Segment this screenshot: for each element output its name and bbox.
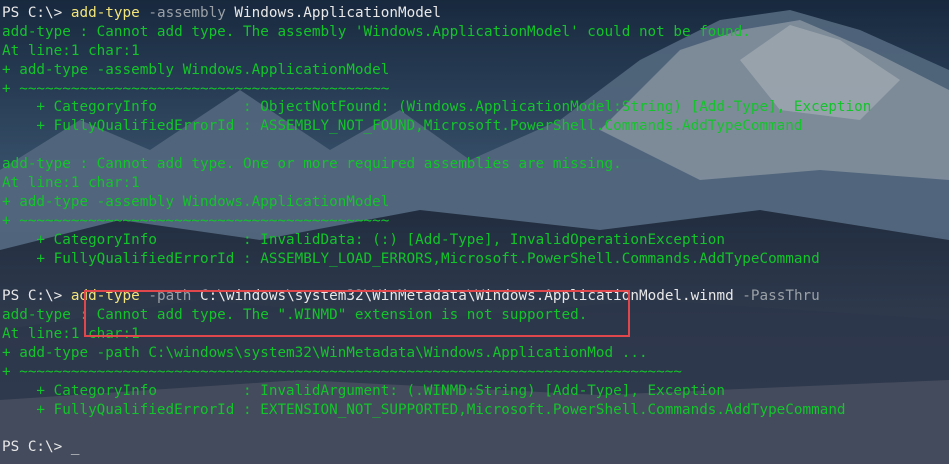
terminal-line: PS C:\> add-type -assembly Windows.Appli… [2,4,949,23]
terminal-text-err: + CategoryInfo : InvalidArgument: (.WINM… [2,382,726,399]
terminal-text-err: + add-type -path C:\windows\system32\Win… [2,345,648,362]
terminal-text-err: At line:1 char:1 [2,175,140,192]
terminal-line: + ~~~~~~~~~~~~~~~~~~~~~~~~~~~~~~~~~~~~~~… [2,80,949,99]
terminal-text-err: add-type : Cannot add type. The assembly… [2,23,751,40]
terminal-line: At line:1 char:1 [2,174,949,193]
terminal-text-prompt: PS C:\> [2,5,71,21]
terminal-line: add-type : Cannot add type. One or more … [2,155,949,174]
terminal-line: + FullyQualifiedErrorId : ASSEMBLY_LOAD_… [2,250,949,269]
cursor: _ [70,439,80,456]
terminal-line: + CategoryInfo : InvalidArgument: (.WINM… [2,382,949,401]
terminal-text-param: -assembly [139,5,226,21]
terminal-text-prompt: PS C:\> [2,439,71,456]
terminal-line: PS C:\> _ [2,438,949,457]
terminal-line: + ~~~~~~~~~~~~~~~~~~~~~~~~~~~~~~~~~~~~~~… [2,212,949,231]
terminal-text-err: + FullyQualifiedErrorId : EXTENSION_NOT_… [2,401,846,418]
terminal-line: + add-type -assembly Windows.Application… [2,61,949,80]
terminal-line: + FullyQualifiedErrorId : EXTENSION_NOT_… [2,401,949,420]
terminal-text-err: + ~~~~~~~~~~~~~~~~~~~~~~~~~~~~~~~~~~~~~~… [2,80,390,97]
terminal-text-err: At line:1 char:1 [2,42,140,59]
highlight-box [84,290,630,337]
terminal-line: At line:1 char:1 [2,42,949,61]
terminal-text-arg: Windows.ApplicationModel [225,5,442,21]
terminal-line: + CategoryInfo : ObjectNotFound: (Window… [2,98,949,117]
terminal-line: add-type : Cannot add type. The assembly… [2,23,949,42]
terminal-text-err: + CategoryInfo : ObjectNotFound: (Window… [2,99,872,116]
terminal-text-err: + FullyQualifiedErrorId : ASSEMBLY_NOT_F… [2,118,803,135]
terminal-text-err: + CategoryInfo : InvalidData: (:) [Add-T… [2,231,726,248]
terminal-text-param: -PassThru [733,288,820,305]
terminal-text-err: + ~~~~~~~~~~~~~~~~~~~~~~~~~~~~~~~~~~~~~~… [2,363,682,380]
terminal-line: + FullyQualifiedErrorId : ASSEMBLY_NOT_F… [2,117,949,136]
powershell-terminal-output[interactable]: PS C:\> add-type -assembly Windows.Appli… [2,4,949,464]
terminal-text-err: + add-type -assembly Windows.Application… [2,61,390,78]
terminal-text-err: + ~~~~~~~~~~~~~~~~~~~~~~~~~~~~~~~~~~~~~~… [2,212,390,229]
terminal-text-err: + add-type -assembly Windows.Application… [2,193,390,210]
terminal-line: + ~~~~~~~~~~~~~~~~~~~~~~~~~~~~~~~~~~~~~~… [2,363,949,382]
terminal-line: + CategoryInfo : InvalidData: (:) [Add-T… [2,231,949,250]
terminal-text-cmd: add-type [70,5,140,21]
terminal-line: + add-type -assembly Windows.Application… [2,193,949,212]
terminal-text-err: add-type : Cannot add type. One or more … [2,156,622,173]
terminal-text-err: + FullyQualifiedErrorId : ASSEMBLY_LOAD_… [2,250,820,267]
terminal-text-prompt: PS C:\> [2,288,71,305]
terminal-line: + add-type -path C:\windows\system32\Win… [2,344,949,363]
